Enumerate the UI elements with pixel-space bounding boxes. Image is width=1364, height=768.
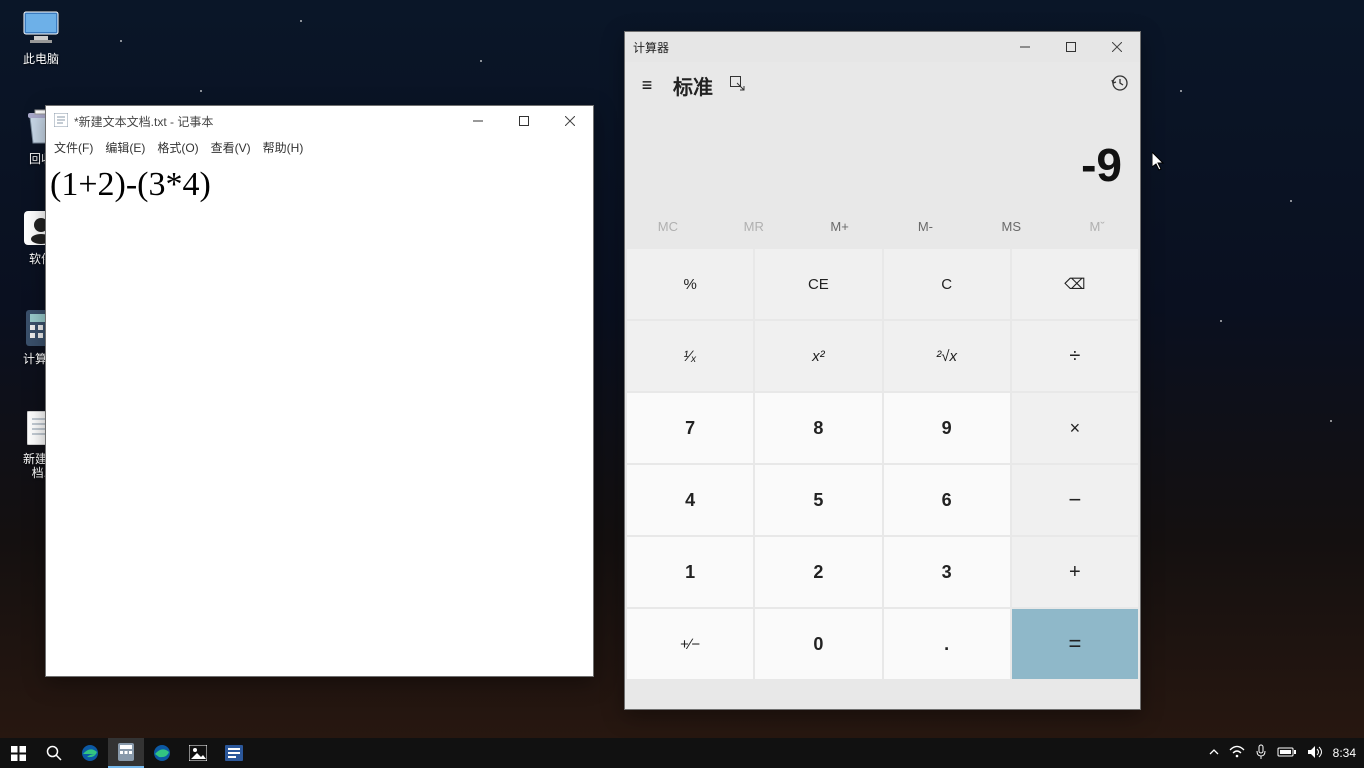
key-4[interactable]: 4 <box>627 465 753 535</box>
calculator-display: -9 <box>625 108 1140 206</box>
memory-clear: MC <box>625 206 711 247</box>
calculator-keypad: % CE C ⌫ ¹∕ₓ x² ²√x ÷ 7 8 9 × 4 5 6 − 1 … <box>625 247 1140 681</box>
maximize-button[interactable] <box>501 106 547 136</box>
close-button[interactable] <box>547 106 593 136</box>
key-decimal[interactable]: . <box>884 609 1010 679</box>
tray-chevron-up-icon[interactable] <box>1209 746 1219 760</box>
key-sqrt[interactable]: ²√x <box>884 321 1010 391</box>
key-divide[interactable]: ÷ <box>1012 321 1138 391</box>
key-5[interactable]: 5 <box>755 465 881 535</box>
taskbar: 8:34 <box>0 738 1364 768</box>
key-clear-entry[interactable]: CE <box>755 249 881 319</box>
close-button[interactable] <box>1094 32 1140 62</box>
calculator-title: 计算器 <box>633 39 669 56</box>
calculator-titlebar[interactable]: 计算器 <box>625 32 1140 62</box>
search-button[interactable] <box>36 738 72 768</box>
menu-edit[interactable]: 编辑(E) <box>105 139 145 156</box>
notepad-editor[interactable] <box>46 158 593 676</box>
taskbar-app[interactable] <box>216 738 252 768</box>
menu-help[interactable]: 帮助(H) <box>263 139 304 156</box>
key-6[interactable]: 6 <box>884 465 1010 535</box>
key-percent[interactable]: % <box>627 249 753 319</box>
memory-list: Mˇ <box>1054 206 1140 247</box>
tray-battery-icon[interactable] <box>1277 746 1297 761</box>
desktop-icon-label: 此电脑 <box>4 52 78 66</box>
memory-store[interactable]: MS <box>968 206 1054 247</box>
key-3[interactable]: 3 <box>884 537 1010 607</box>
calculator-mode[interactable]: 标准 <box>673 71 713 100</box>
key-clear[interactable]: C <box>884 249 1010 319</box>
key-equals[interactable]: = <box>1012 609 1138 679</box>
notepad-menu-bar: 文件(F) 编辑(E) 格式(O) 查看(V) 帮助(H) <box>46 136 593 158</box>
key-0[interactable]: 0 <box>755 609 881 679</box>
key-plus[interactable]: + <box>1012 537 1138 607</box>
key-minus[interactable]: − <box>1012 465 1138 535</box>
key-backspace[interactable]: ⌫ <box>1012 249 1138 319</box>
desktop-icon-this-pc[interactable]: 此电脑 <box>4 8 78 66</box>
taskbar-calculator[interactable] <box>108 738 144 768</box>
key-2[interactable]: 2 <box>755 537 881 607</box>
calculator-window: 计算器 ≡ 标准 -9 MC MR M+ M- MS Mˇ % CE C ⌫ ¹… <box>624 31 1141 710</box>
memory-recall: MR <box>711 206 797 247</box>
minimize-button[interactable] <box>455 106 501 136</box>
taskbar-edge-2[interactable] <box>144 738 180 768</box>
menu-file[interactable]: 文件(F) <box>54 139 93 156</box>
key-1[interactable]: 1 <box>627 537 753 607</box>
memory-row: MC MR M+ M- MS Mˇ <box>625 206 1140 247</box>
menu-format[interactable]: 格式(O) <box>157 139 198 156</box>
menu-icon[interactable]: ≡ <box>637 75 657 96</box>
system-tray: 8:34 <box>1209 744 1364 763</box>
taskbar-edge[interactable] <box>72 738 108 768</box>
minimize-button[interactable] <box>1002 32 1048 62</box>
pc-icon <box>21 8 61 48</box>
key-multiply[interactable]: × <box>1012 393 1138 463</box>
memory-minus[interactable]: M- <box>883 206 969 247</box>
start-button[interactable] <box>0 738 36 768</box>
notepad-title: *新建文本文档.txt - 记事本 <box>74 113 213 130</box>
key-9[interactable]: 9 <box>884 393 1010 463</box>
notepad-titlebar[interactable]: *新建文本文档.txt - 记事本 <box>46 106 593 136</box>
key-8[interactable]: 8 <box>755 393 881 463</box>
tray-volume-icon[interactable] <box>1307 745 1323 762</box>
key-negate[interactable]: +∕− <box>627 609 753 679</box>
calculator-toolbar: ≡ 标准 <box>625 62 1140 108</box>
maximize-button[interactable] <box>1048 32 1094 62</box>
menu-view[interactable]: 查看(V) <box>211 139 251 156</box>
key-reciprocal[interactable]: ¹∕ₓ <box>627 321 753 391</box>
memory-plus[interactable]: M+ <box>797 206 883 247</box>
notepad-window: *新建文本文档.txt - 记事本 文件(F) 编辑(E) 格式(O) 查看(V… <box>45 105 594 677</box>
tray-clock[interactable]: 8:34 <box>1333 746 1356 760</box>
history-icon[interactable] <box>1110 74 1128 97</box>
taskbar-photos[interactable] <box>180 738 216 768</box>
tray-wifi-icon[interactable] <box>1229 745 1245 762</box>
mouse-cursor <box>1152 152 1168 177</box>
tray-mic-icon[interactable] <box>1255 744 1267 763</box>
always-on-top-icon[interactable] <box>729 75 745 95</box>
key-7[interactable]: 7 <box>627 393 753 463</box>
notepad-app-icon <box>54 113 68 130</box>
key-square[interactable]: x² <box>755 321 881 391</box>
